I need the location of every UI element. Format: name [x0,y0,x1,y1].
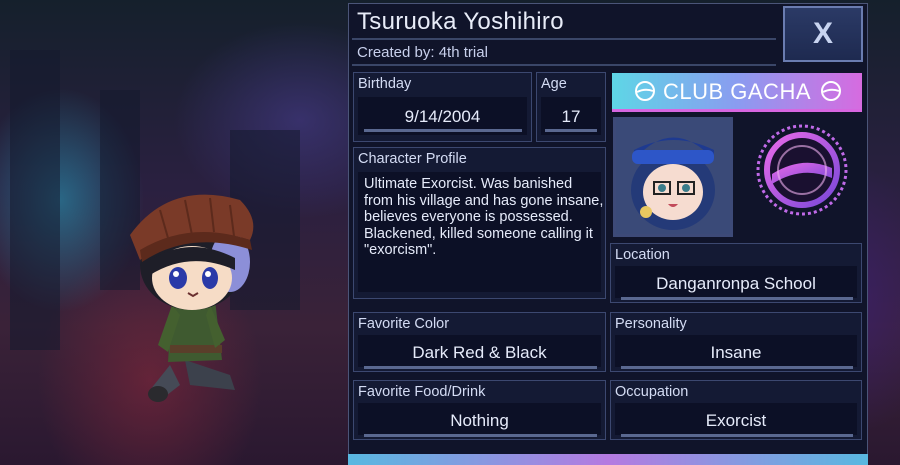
close-button[interactable]: X [783,6,863,62]
favorite-color-label: Favorite Color [358,316,450,332]
banner-strip [612,109,862,112]
divider [352,38,776,40]
background-building [10,50,60,350]
profile-label: Character Profile [358,151,467,167]
location-value: Danganronpa School [656,274,816,293]
birthday-label: Birthday [358,76,412,92]
character-avatar[interactable] [613,117,733,237]
created-by-value: 4th trial [438,44,488,61]
underline [364,366,597,369]
age-field[interactable]: Age 17 [536,72,606,142]
occupation-value: Exorcist [705,411,767,430]
divider [352,64,776,66]
character-sprite [130,194,254,402]
club-gacha-logo [756,124,848,216]
favorite-food-field[interactable]: Favorite Food/Drink Nothing [353,380,606,440]
underline [621,434,853,437]
age-label: Age [541,76,567,92]
location-label: Location [615,247,670,263]
personality-value: Insane [710,343,762,362]
occupation-label: Occupation [615,384,689,400]
club-gacha-banner: CLUB GACHA [612,73,862,109]
underline [621,297,853,300]
underline [545,129,597,132]
underline [364,129,522,132]
underline [364,434,597,437]
created-by: Created by: 4th trial [357,44,488,61]
favorite-color-value: Dark Red & Black [412,343,547,362]
avatar-portrait [616,120,730,234]
personality-label: Personality [615,316,687,332]
planet-icon [821,81,841,101]
age-value: 17 [561,107,581,126]
underline [621,366,853,369]
close-icon: X [812,17,833,50]
favorite-food-label: Favorite Food/Drink [358,384,486,400]
occupation-field[interactable]: Occupation Exorcist [610,380,862,440]
character-name: Tsuruoka Yoshihiro [357,8,564,35]
location-field[interactable]: Location Danganronpa School [610,243,862,303]
favorite-food-value: Nothing [450,411,509,430]
panel-accent-bar [348,454,868,465]
birthday-value: 9/14/2004 [404,107,481,126]
birthday-field[interactable]: Birthday 9/14/2004 [353,72,532,142]
favorite-color-field[interactable]: Favorite Color Dark Red & Black [353,312,606,372]
profile-value: Ultimate Exorcist. Was banished from his… [364,176,604,258]
created-by-label: Created by: [357,44,435,61]
personality-field[interactable]: Personality Insane [610,312,862,372]
